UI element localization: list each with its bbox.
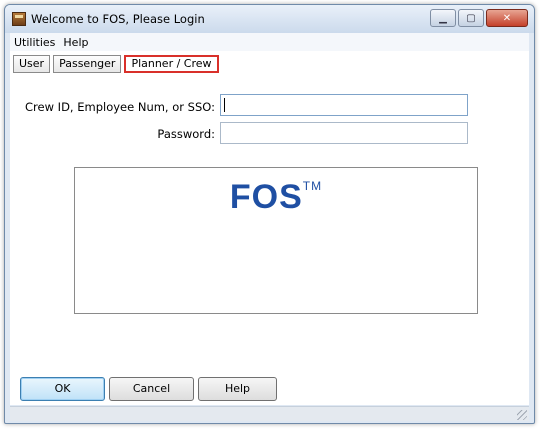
status-bar [10,406,529,421]
password-label: Password: [157,127,215,141]
logo-text: FOS [229,178,303,216]
window-title: Welcome to FOS, Please Login [31,12,205,26]
window-controls: ▁ ▢ ✕ [430,9,528,27]
cancel-button[interactable]: Cancel [109,377,194,401]
ok-button[interactable]: OK [20,377,105,401]
maximize-button[interactable]: ▢ [458,9,484,27]
minimize-icon: ▁ [439,12,447,24]
minimize-button[interactable]: ▁ [430,9,456,27]
maximize-icon: ▢ [466,12,476,24]
tab-passenger[interactable]: Passenger [53,55,122,73]
trademark-mark: TM [302,179,323,193]
help-button[interactable]: Help [198,377,277,401]
menu-help[interactable]: Help [59,36,92,49]
crew-id-input[interactable] [220,94,468,116]
login-type-tabs: User Passenger Planner / Crew [13,55,219,73]
login-panel: User Passenger Planner / Crew Crew ID, E… [10,51,529,405]
logo-panel: FOSTM [74,167,478,314]
text-caret [224,98,225,112]
close-icon: ✕ [502,12,512,24]
menu-bar: Utilities Help [10,33,529,52]
title-bar[interactable]: Welcome to FOS, Please Login ▁ ▢ ✕ [5,5,534,33]
tab-planner-crew[interactable]: Planner / Crew [124,55,219,73]
fos-logo: FOSTM [75,178,477,217]
password-input[interactable] [220,122,468,144]
app-icon [12,12,26,26]
login-window: Welcome to FOS, Please Login ▁ ▢ ✕ Utili… [4,4,535,424]
close-button[interactable]: ✕ [486,9,528,27]
tab-user[interactable]: User [13,55,51,73]
crew-id-label: Crew ID, Employee Num, or SSO: [25,100,215,114]
resize-grip-icon[interactable] [517,410,527,420]
menu-utilities[interactable]: Utilities [10,36,59,49]
